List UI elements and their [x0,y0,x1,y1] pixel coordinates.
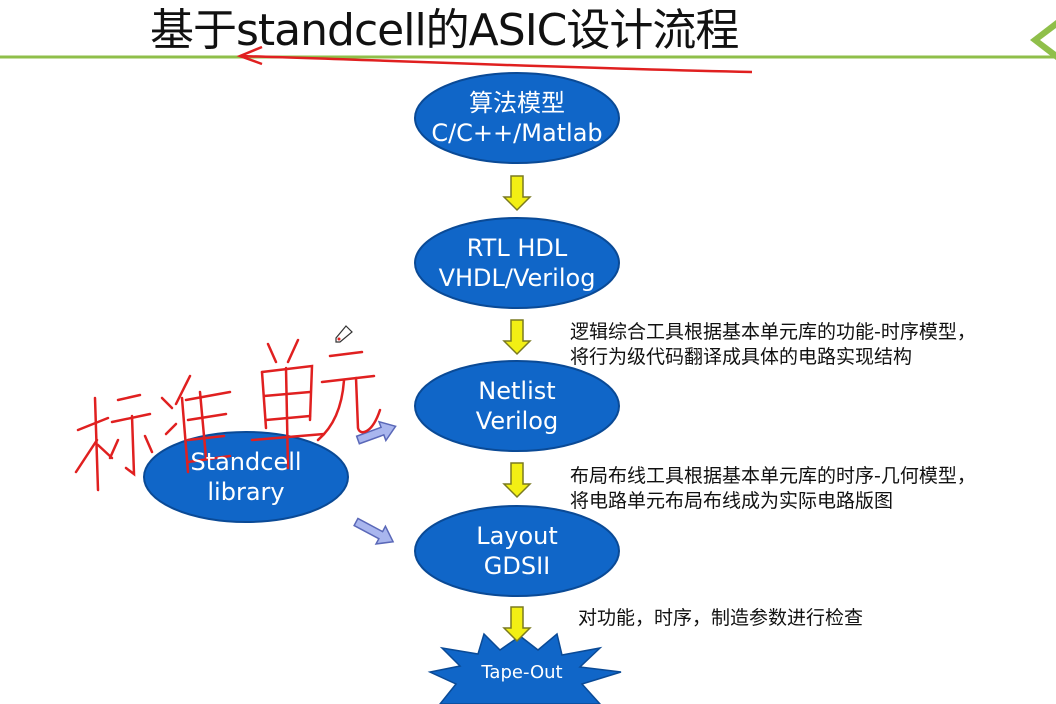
note-synthesis-line2: 将行为级代码翻译成具体的电路实现结构 [570,346,913,368]
node-layout-line2: GDSII [483,552,551,580]
page-title: 基于standcell的ASIC设计流程 [150,5,739,56]
note-check-line1: 对功能，时序，制造参数进行检查 [578,607,864,629]
node-library: Standcell library [144,447,348,507]
node-rtl-line2: VHDL/Verilog [438,264,596,292]
node-layout-line1: Layout [476,522,558,550]
node-netlist-line2: Verilog [475,407,559,435]
slide: 基于standcell的ASIC设计流程 算法模型 C/C++/Matlab R… [0,0,1056,704]
library-to-layout-arrow [353,517,395,545]
note-synthesis-line1: 逻辑综合工具根据基本单元库的功能-时序模型， [570,321,976,343]
down-arrow-2 [502,319,532,356]
down-arrow-3 [502,462,532,499]
node-rtl: RTL HDL VHDL/Verilog [415,233,619,293]
node-algorithm: 算法模型 C/C++/Matlab [415,88,619,148]
node-library-line2: library [207,478,285,506]
pen-cursor-icon [335,325,353,343]
node-rtl-line1: RTL HDL [466,234,568,262]
note-place-route-line1: 布局布线工具根据基本单元库的时序-几何模型， [570,465,976,487]
node-netlist-line1: Netlist [478,377,556,405]
node-algorithm-line1: 算法模型 [469,89,565,117]
note-check: 对功能，时序，制造参数进行检查 [578,606,863,631]
note-place-route: 布局布线工具根据基本单元库的时序-几何模型， 将电路单元布局布线成为实际电路版图 [570,464,976,514]
tapeout-label: Tape-Out [481,662,563,683]
down-arrow-1 [502,175,532,212]
note-place-route-line2: 将电路单元布局布线成为实际电路版图 [570,490,894,512]
nav-back-icon[interactable] [1030,20,1056,60]
node-layout: Layout GDSII [415,521,619,581]
node-library-line1: Standcell [190,448,302,476]
node-netlist: Netlist Verilog [415,376,619,436]
down-arrow-4 [502,606,532,643]
node-algorithm-line2: C/C++/Matlab [431,119,603,147]
note-synthesis: 逻辑综合工具根据基本单元库的功能-时序模型， 将行为级代码翻译成具体的电路实现结… [570,320,976,370]
